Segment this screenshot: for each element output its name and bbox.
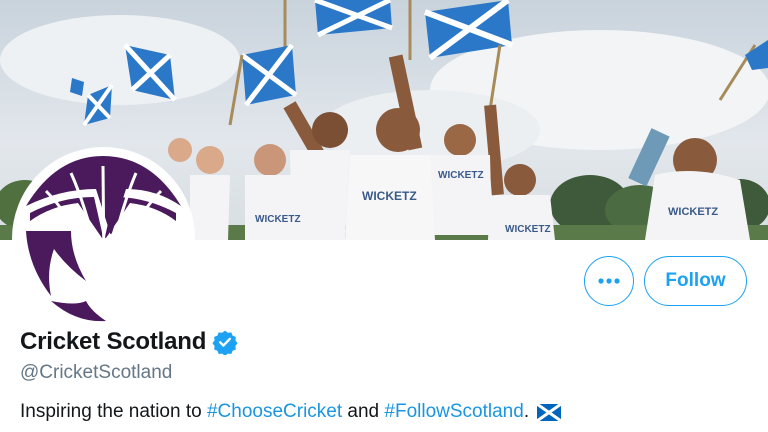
profile-handle: @CricketScotland [20,362,173,383]
verified-badge-icon [212,329,238,355]
scotland-flag-icon [537,403,562,421]
shirt-text: WICKETZ [505,224,551,235]
profile-avatar[interactable] [12,147,195,330]
profile-bio: Inspiring the nation to #ChooseCricket a… [20,401,562,423]
bio-text: Inspiring the nation to [20,401,207,422]
follow-button[interactable]: Follow [644,256,747,306]
profile-name-row: Cricket Scotland [20,328,238,356]
more-horizontal-icon [598,278,620,284]
display-name: Cricket Scotland [20,328,207,355]
shirt-text: WICKETZ [255,214,301,225]
bio-text: and [342,401,385,422]
cricket-scotland-logo [16,151,191,326]
hashtag-link[interactable]: #ChooseCricket [207,401,342,423]
hashtag-link[interactable]: #FollowScotland [384,401,523,423]
shirt-text: WICKETZ [668,206,718,218]
bio-text: . [523,401,530,422]
shirt-text: WICKETZ [362,189,417,203]
more-options-button[interactable] [584,256,634,306]
shirt-text: WICKETZ [438,170,484,181]
